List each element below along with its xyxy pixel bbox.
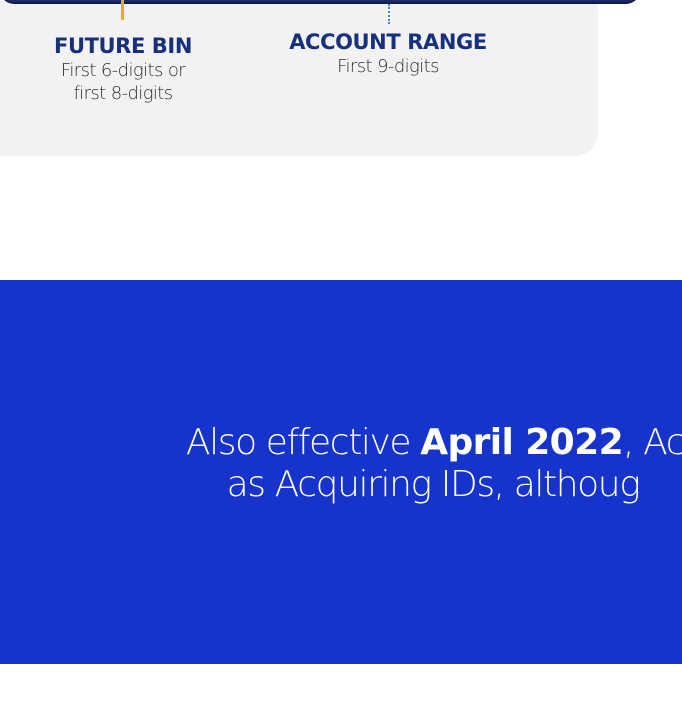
- banner-text: Also effective April 2022, Ac as Acquiri…: [0, 422, 682, 506]
- banner-line-1-prefix: Also effective: [185, 422, 421, 463]
- future-bin-label: FUTURE BIN First 6-digits or first 8-dig…: [34, 33, 212, 105]
- banner-line-1-suffix: , Ac: [623, 422, 682, 463]
- account-range-title: ACCOUNT RANGE: [289, 30, 487, 54]
- account-range-connector: [388, 4, 390, 24]
- banner-date-highlight: April 2022: [420, 422, 624, 463]
- future-bin-connector: [121, 0, 124, 20]
- account-range-label: ACCOUNT RANGE First 9-digits: [262, 29, 514, 78]
- future-bin-desc-line1: First 6-digits or: [60, 60, 186, 81]
- page: FUTURE BIN First 6-digits or first 8-dig…: [0, 0, 682, 711]
- account-range-desc: First 9-digits: [337, 56, 439, 77]
- future-bin-title: FUTURE BIN: [54, 34, 192, 58]
- future-bin-desc-line2: first 8-digits: [73, 83, 173, 104]
- banner-line-1: Also effective April 2022, Ac: [0, 422, 682, 464]
- card-graphic: [0, 0, 640, 4]
- banner-line-2: as Acquiring IDs, althoug: [226, 464, 641, 505]
- announcement-banner: Also effective April 2022, Ac as Acquiri…: [0, 280, 682, 664]
